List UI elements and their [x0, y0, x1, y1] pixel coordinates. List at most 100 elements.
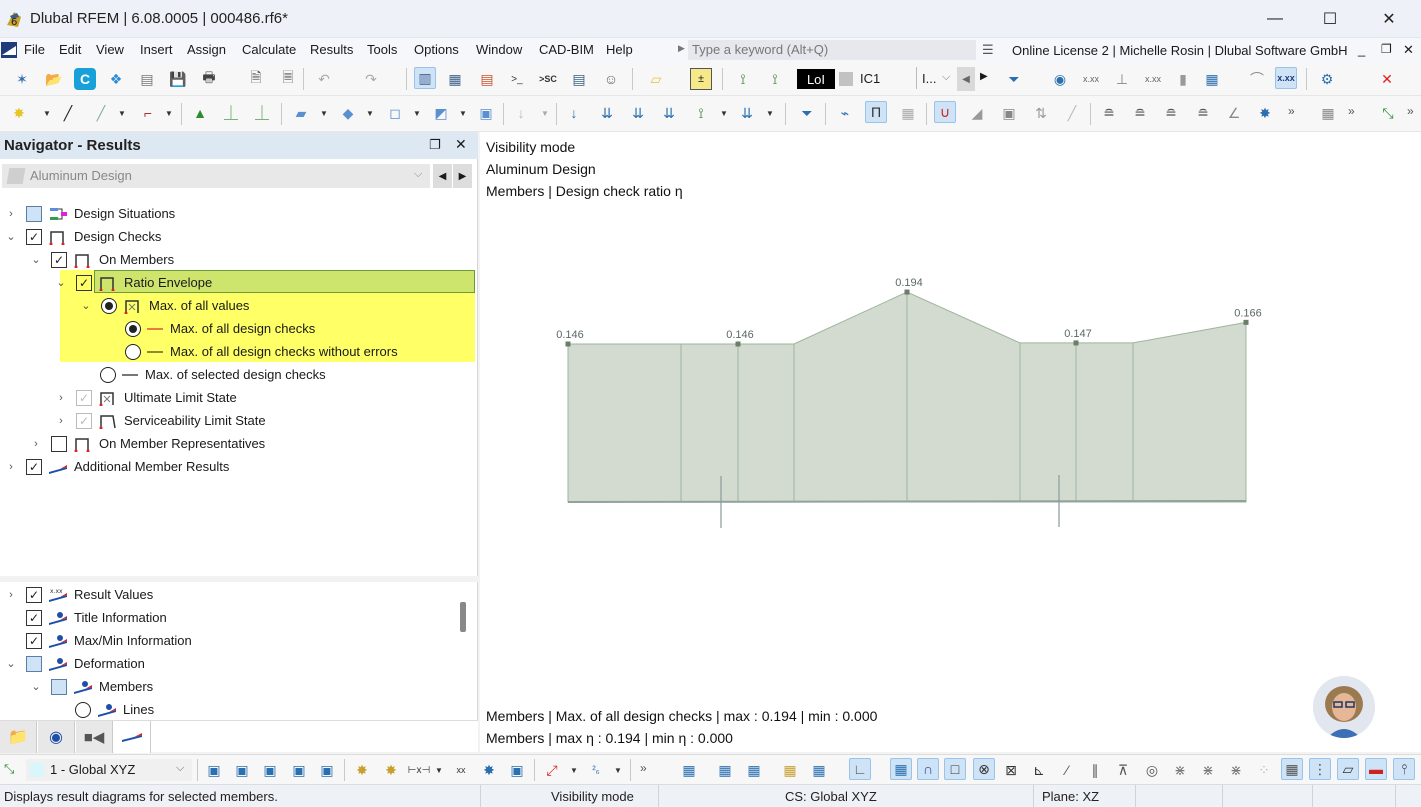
tree-item-uls[interactable]: › ✓ Ultimate Limit State: [54, 386, 237, 409]
console-icon[interactable]: >_: [506, 68, 528, 90]
filter-clear-icon[interactable]: ⏷: [1003, 68, 1025, 90]
tree-item-ratio-envelope[interactable]: ⌄ ✓ Ratio Envelope: [54, 271, 212, 294]
close-button[interactable]: ✕: [1366, 6, 1412, 32]
menu-calculate[interactable]: Calculate: [242, 42, 296, 57]
next-module-button[interactable]: ▶: [453, 164, 472, 188]
wall-dropdown-icon[interactable]: ▼: [459, 109, 467, 118]
axis-toggle-icon[interactable]: ⫯: [1393, 758, 1415, 780]
tree-item-max-all-values[interactable]: ⌄ Max. of all values: [79, 294, 249, 317]
work-plane-toggle-icon[interactable]: ▱: [1337, 758, 1359, 780]
new-solid-icon[interactable]: ◆: [337, 102, 359, 124]
clear-results-icon[interactable]: ✕: [1376, 68, 1398, 90]
tree-item-lines[interactable]: Lines: [75, 698, 154, 721]
tree-item-member-representatives[interactable]: › On Member Representatives: [29, 432, 265, 455]
imposed-dropdown-icon[interactable]: ▼: [766, 109, 774, 118]
print-report-icon[interactable]: ▤: [136, 68, 158, 90]
filter-icon[interactable]: ⏷: [796, 102, 818, 124]
checkbox[interactable]: ✓: [51, 251, 67, 268]
tree-item-on-members[interactable]: ⌄ ✓ On Members: [29, 248, 174, 271]
chevron-down-icon[interactable]: ⌄: [29, 253, 43, 266]
checkbox[interactable]: ✓: [76, 389, 92, 406]
new-load-case-icon[interactable]: ⟟: [732, 68, 754, 90]
section-line-icon[interactable]: ≘: [1098, 102, 1120, 124]
new-work-plane-icon[interactable]: ▦: [779, 759, 801, 781]
dimension-toggle-icon[interactable]: ▬: [1365, 758, 1387, 780]
tree-item-max-without-errors[interactable]: Max. of all design checks without errors: [125, 340, 398, 363]
new-nodal-load-icon[interactable]: ↓: [563, 102, 585, 124]
extreme-value-marker[interactable]: [1073, 340, 1079, 346]
checkbox[interactable]: ✓: [26, 586, 42, 603]
maximize-button[interactable]: ☐: [1307, 6, 1353, 32]
snap-parallel-icon[interactable]: ∥: [1084, 759, 1106, 781]
radio-button[interactable]: [100, 366, 116, 383]
snap-intersection-icon[interactable]: ⊠: [1000, 759, 1022, 781]
mdi-minimize-button[interactable]: _: [1358, 42, 1365, 57]
status-cs[interactable]: CS: Global XYZ: [785, 789, 877, 804]
result-type-select[interactable]: Aluminum Design ⌵: [2, 164, 430, 188]
dimension-dropdown-icon[interactable]: ▼: [435, 766, 443, 775]
model-viewport[interactable]: Visibility mode Aluminum Design Members …: [480, 132, 1421, 752]
values-on-supports-icon[interactable]: x.xx: [1142, 68, 1164, 90]
surface-load-icon[interactable]: ⇊: [658, 102, 680, 124]
new-polyline-icon[interactable]: ⌐: [137, 102, 159, 124]
result-diagram[interactable]: 0.146 0.146 0.194 0.147 0.166: [480, 132, 1421, 692]
view-side-icon[interactable]: ▣: [259, 759, 281, 781]
animation-icon[interactable]: ▦: [897, 102, 919, 124]
toolbar-overflow-icon[interactable]: »: [640, 761, 647, 775]
new-report-icon[interactable]: 🗎: [245, 68, 267, 90]
new-guide-icon[interactable]: ▣: [506, 759, 528, 781]
tree-item-result-values[interactable]: › ✓ x.xx Result Values: [4, 583, 153, 606]
view-front-icon[interactable]: ▣: [288, 759, 310, 781]
expand-arrow-icon[interactable]: ▶: [678, 43, 685, 54]
dimension-icon[interactable]: ⊢x⊣: [408, 759, 430, 781]
menu-cad-bim[interactable]: CAD-BIM: [539, 42, 594, 57]
list-icon[interactable]: ▤: [568, 68, 590, 90]
member-results-icon[interactable]: Π: [865, 101, 887, 123]
deformation-icon[interactable]: ⌒: [1246, 68, 1268, 90]
view-top-icon[interactable]: ▣: [231, 759, 253, 781]
nodal-load-icon[interactable]: ↓: [510, 102, 532, 124]
solid-dropdown-icon[interactable]: ▼: [366, 109, 374, 118]
keyword-search-input[interactable]: Type a keyword (Alt+Q): [688, 40, 976, 60]
tree-item-max-all-design-checks[interactable]: Max. of all design checks: [125, 317, 315, 340]
result-settings-icon[interactable]: ⚙: [1316, 68, 1338, 90]
result-diagram-icon[interactable]: ∪: [934, 101, 956, 123]
checkbox[interactable]: ✓: [26, 609, 42, 626]
section-angle-icon[interactable]: ∠: [1223, 102, 1245, 124]
chevron-down-icon[interactable]: ⌄: [54, 276, 68, 289]
snap-perpendicular-icon[interactable]: ⊾: [1028, 759, 1050, 781]
minimize-button[interactable]: —: [1252, 6, 1298, 32]
dlubal-center-icon[interactable]: C: [74, 68, 96, 90]
work-plane-icon[interactable]: ▦: [808, 759, 830, 781]
new-surface-icon[interactable]: ▰: [290, 102, 312, 124]
checkbox[interactable]: ✓: [26, 458, 42, 475]
new-section-icon[interactable]: ✸: [1254, 102, 1276, 124]
tables-icon[interactable]: ▦: [444, 68, 466, 90]
opening-dropdown-icon[interactable]: ▼: [413, 109, 421, 118]
grid-icon[interactable]: ▦: [1317, 102, 1339, 124]
menu-window[interactable]: Window: [476, 42, 522, 57]
previous-load-button[interactable]: ◀: [957, 67, 975, 91]
load-combo-value[interactable]: IC1: [860, 71, 880, 86]
coordinate-system-icon[interactable]: ⤡: [1377, 102, 1399, 124]
radio-button[interactable]: [125, 343, 141, 360]
new-node-icon[interactable]: ✸: [8, 102, 30, 124]
solid-results-icon[interactable]: ▣: [998, 102, 1020, 124]
snap-divide-icon[interactable]: ⋇: [1169, 759, 1191, 781]
load-combo-dropdown-icon[interactable]: ⌵: [942, 71, 950, 84]
toolbar-overflow-icon[interactable]: »: [1407, 104, 1414, 118]
line-load-icon[interactable]: ⇊: [627, 102, 649, 124]
line-results-icon[interactable]: ╱: [1061, 102, 1083, 124]
toolbar-overflow-icon[interactable]: »: [1288, 104, 1295, 118]
snap-dropdown-icon[interactable]: ▼: [570, 766, 578, 775]
checkbox[interactable]: [26, 655, 42, 672]
chevron-down-icon[interactable]: ⌄: [4, 230, 18, 243]
chevron-right-icon[interactable]: ›: [4, 461, 18, 473]
result-values-icon[interactable]: x.xx: [1080, 68, 1102, 90]
support-reactions-icon[interactable]: ⊥: [1111, 68, 1133, 90]
tree-item-sls[interactable]: › ✓ Serviceability Limit State: [54, 409, 266, 432]
panel-icon[interactable]: ▤: [476, 68, 498, 90]
grid-settings-icon[interactable]: ▦: [743, 759, 765, 781]
checkbox[interactable]: ✓: [76, 274, 92, 291]
nodal-support-icon[interactable]: ▲: [189, 102, 211, 124]
